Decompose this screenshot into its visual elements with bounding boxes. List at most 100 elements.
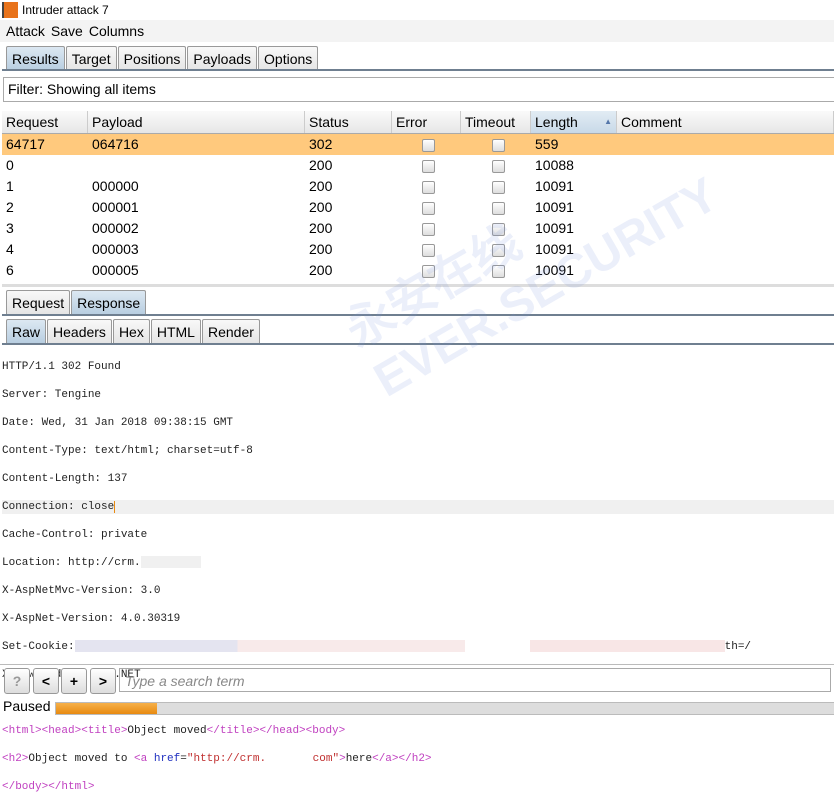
resp-line: HTTP/1.1 302 Found [2,361,121,373]
resp-line: Date: Wed, 31 Jan 2018 09:38:15 GMT [2,417,234,429]
col-length-label: Length [535,114,578,130]
resp-line: Cache-Control: private [2,529,148,541]
cell-timeout [461,176,531,197]
resp-line: X-AspNetMvc-Version: 3.0 [2,585,161,597]
tab-html[interactable]: HTML [150,319,201,344]
tab-positions[interactable]: Positions [117,46,187,71]
search-input[interactable]: Type a search term [119,668,831,692]
cell-request: 6 [6,262,14,278]
error-checkbox[interactable] [422,202,435,215]
table-row[interactable]: 1 000000 200 10091 [2,176,834,197]
next-button[interactable]: > [90,668,116,694]
table-row[interactable]: 64717 064716 302 559 [2,134,834,155]
tab-payloads[interactable]: Payloads [187,46,258,71]
resp-line: Content-Length: 137 [2,473,128,485]
menu-save[interactable]: Save [51,23,83,39]
timeout-checkbox[interactable] [491,223,505,236]
col-length[interactable]: Length ▲ [531,111,617,133]
previous-button[interactable]: < [33,668,59,694]
cell-length: 10091 [535,178,574,194]
cell-payload: 000005 [92,262,139,278]
table-row[interactable]: 3 000002 200 10091 [2,218,834,239]
cell-payload: 000001 [92,199,139,215]
timeout-checkbox[interactable] [491,181,505,194]
cell-length: 10091 [535,241,574,257]
resp-line-text: th=/ [724,641,752,653]
redacted [74,640,725,653]
table-row[interactable]: 6 000005 200 10091 [2,260,834,281]
error-checkbox[interactable] [422,160,435,173]
html-attr-value: "http://crm. [186,753,267,765]
error-checkbox[interactable] [422,265,435,278]
table-scrollbar[interactable] [2,284,834,287]
col-timeout[interactable]: Timeout [461,111,531,133]
progress-bar [55,702,834,715]
filter-bar[interactable]: Filter: Showing all items [3,77,834,102]
html-text: = [180,753,187,765]
cell-error [392,197,461,218]
error-checkbox[interactable] [422,181,435,194]
view-tabs: Raw Headers Hex HTML Render [6,319,261,344]
col-payload[interactable]: Payload [88,111,305,133]
error-checkbox[interactable] [422,244,435,257]
resp-line: X-AspNet-Version: 4.0.30319 [2,613,181,625]
resp-line-text: Location: http://crm. [2,557,141,569]
results-table-header: Request Payload Status Error Timeout Len… [2,111,834,134]
html-tag: </title></head><body> [206,725,346,737]
cell-status: 200 [309,262,333,278]
timeout-checkbox[interactable] [491,244,505,257]
timeout-checkbox[interactable] [491,265,505,278]
tab-hex[interactable]: Hex [112,319,150,344]
tab-headers[interactable]: Headers [47,319,112,344]
menu-columns[interactable]: Columns [89,23,144,39]
col-status[interactable]: Status [305,111,392,133]
cell-status: 302 [309,136,333,152]
table-row[interactable]: 2 000001 200 10091 [2,197,834,218]
tab-target[interactable]: Target [65,46,117,71]
tab-divider [2,69,834,71]
cell-request: 3 [6,220,14,236]
html-tag: > [339,753,346,765]
table-row[interactable]: 0 200 10088 [2,155,834,176]
cell-error [392,218,461,239]
resp-line-text: Set-Cookie: [2,641,75,653]
resp-line-text: Connection: close [2,501,115,513]
table-row[interactable]: 4 000003 200 10091 [2,239,834,260]
tab-divider [2,314,834,316]
add-button[interactable]: + [61,668,87,694]
cell-timeout [461,197,531,218]
resp-line: Set-Cookie: th=/ [2,640,834,654]
col-comment[interactable]: Comment [617,111,834,133]
timeout-checkbox[interactable] [491,202,505,215]
html-line: <html><head><title>Object moved</title><… [2,724,834,738]
response-raw-editor[interactable]: HTTP/1.1 302 Found Server: Tengine Date:… [2,346,834,808]
cell-request: 2 [6,199,14,215]
menu-bar: Attack Save Columns [0,20,834,42]
cell-error [392,260,461,281]
cell-request: 4 [6,241,14,257]
cell-payload: 000002 [92,220,139,236]
col-error[interactable]: Error [392,111,461,133]
timeout-checkbox[interactable] [491,139,505,152]
cell-length: 10091 [535,262,574,278]
error-checkbox[interactable] [422,139,435,152]
tab-response[interactable]: Response [71,290,147,315]
timeout-checkbox[interactable] [491,160,505,173]
help-button[interactable]: ? [4,668,30,694]
html-tag: <h2> [2,753,29,765]
error-checkbox[interactable] [422,223,435,236]
col-request[interactable]: Request [2,111,88,133]
tab-raw[interactable]: Raw [6,319,47,344]
cell-request: 1 [6,178,14,194]
tab-options[interactable]: Options [258,46,319,71]
cell-timeout [461,218,531,239]
menu-attack[interactable]: Attack [6,23,45,39]
cell-timeout [461,239,531,260]
tab-request[interactable]: Request [6,290,71,315]
reqres-tabs: Request Response [6,290,147,315]
tab-render[interactable]: Render [201,319,260,344]
cell-status: 200 [309,241,333,257]
html-line: </body></html> [2,781,95,793]
tab-results[interactable]: Results [6,46,65,71]
cell-length: 10088 [535,157,574,173]
